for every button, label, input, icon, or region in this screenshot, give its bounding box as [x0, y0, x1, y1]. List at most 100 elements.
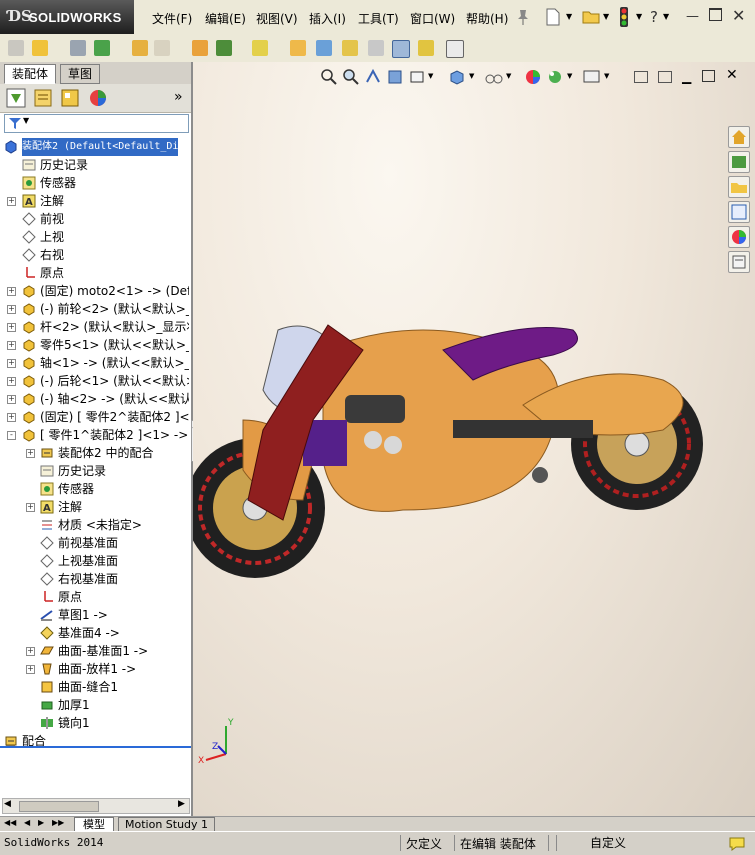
- tree-item[interactable]: 上视基准面: [0, 552, 189, 570]
- menu-item-6[interactable]: 帮助(H): [466, 10, 508, 27]
- tab-next-icon[interactable]: ▶: [38, 818, 44, 827]
- expand-icon[interactable]: +: [7, 287, 16, 296]
- tree-item[interactable]: 装配体2 (Default<Default_Di: [0, 138, 189, 156]
- scene-dropdown-icon[interactable]: ▼: [567, 72, 572, 80]
- tab-assembly[interactable]: 装配体: [4, 64, 57, 84]
- viewport-restore-icon[interactable]: [702, 70, 715, 82]
- open-dropdown-icon[interactable]: ▼: [603, 12, 609, 21]
- view-settings-dropdown-icon[interactable]: ▼: [604, 72, 609, 80]
- appearances-icon[interactable]: [728, 226, 750, 248]
- menu-item-3[interactable]: 插入(I): [309, 10, 346, 27]
- insert-component-icon[interactable]: [32, 40, 48, 56]
- viewport-close-icon[interactable]: ✕: [726, 67, 738, 83]
- tree-item[interactable]: 右视基准面: [0, 570, 189, 588]
- expand-icon[interactable]: +: [7, 341, 16, 350]
- tree-item[interactable]: + (-) 后轮<1> (默认<<默认>_: [0, 372, 189, 390]
- expand-icon[interactable]: +: [26, 449, 35, 458]
- tree-item[interactable]: + 装配体2 中的配合: [0, 444, 189, 462]
- rebuild-traffic-light-icon[interactable]: [618, 6, 630, 28]
- tree-item[interactable]: + (固定) [ 零件2^装配体2 ]<: [0, 408, 189, 426]
- tree-horizontal-scrollbar[interactable]: ◀ ▶: [2, 798, 190, 814]
- design-library-icon[interactable]: [728, 151, 750, 173]
- bill-of-materials-icon[interactable]: [290, 40, 306, 56]
- clearance-verification-icon[interactable]: [392, 40, 410, 58]
- tree-item[interactable]: 材质 <未指定>: [0, 516, 189, 534]
- expand-icon[interactable]: +: [26, 647, 35, 656]
- expand-icon[interactable]: +: [26, 665, 35, 674]
- interference-detection-icon[interactable]: [368, 40, 384, 56]
- expand-panel-icon[interactable]: »: [174, 89, 183, 105]
- menu-item-0[interactable]: 文件(F): [152, 10, 192, 27]
- assembly-features-icon[interactable]: [192, 40, 208, 56]
- display-style-dropdown-icon[interactable]: ▼: [506, 72, 511, 80]
- tab-model[interactable]: 模型: [74, 817, 114, 832]
- help-dropdown-icon[interactable]: ▼: [663, 12, 669, 21]
- tree-item[interactable]: 原点: [0, 264, 189, 282]
- tree-item[interactable]: 历史记录: [0, 156, 189, 174]
- menu-item-4[interactable]: 工具(T): [358, 10, 399, 27]
- viewport-minimize-icon[interactable]: ▁: [682, 70, 691, 84]
- reference-geometry-icon[interactable]: [216, 40, 232, 56]
- close-window-icon[interactable]: ✕: [732, 6, 745, 25]
- tree-item[interactable]: + (-) 前轮<2> (默认<默认>_: [0, 300, 189, 318]
- tree-item[interactable]: 上视: [0, 228, 189, 246]
- tab-first-icon[interactable]: ◀◀: [4, 818, 16, 827]
- tree-item[interactable]: 前视: [0, 210, 189, 228]
- tree-item[interactable]: 草图1 ->: [0, 606, 189, 624]
- tree-item[interactable]: + 曲面-放样1 ->: [0, 660, 189, 678]
- help-icon[interactable]: ?: [650, 8, 658, 26]
- display-style-icon[interactable]: [484, 68, 504, 86]
- tree-item[interactable]: 前视基准面: [0, 534, 189, 552]
- tree-item[interactable]: + 杆<2> (默认<默认>_显示状: [0, 318, 189, 336]
- file-explorer-icon[interactable]: [728, 176, 750, 198]
- expand-icon[interactable]: +: [7, 305, 16, 314]
- viewport-layout-icon[interactable]: [634, 71, 648, 83]
- configuration-manager-icon[interactable]: [60, 88, 80, 108]
- tree-item[interactable]: 加厚1: [0, 696, 189, 714]
- expand-icon[interactable]: +: [7, 377, 16, 386]
- exploded-view-icon[interactable]: [316, 40, 332, 56]
- zoom-to-area-icon[interactable]: [342, 68, 360, 86]
- new-dropdown-icon[interactable]: ▼: [566, 12, 572, 21]
- tree-item[interactable]: 历史记录: [0, 462, 189, 480]
- apply-scene-icon[interactable]: [546, 68, 564, 86]
- expand-icon[interactable]: +: [7, 413, 16, 422]
- zoom-to-fit-icon[interactable]: [320, 68, 338, 86]
- dynamic-annotation-icon[interactable]: [408, 68, 426, 86]
- show-hidden-icon[interactable]: [154, 40, 170, 56]
- expand-icon[interactable]: +: [26, 503, 35, 512]
- tree-item[interactable]: 右视: [0, 246, 189, 264]
- solidworks-resources-icon[interactable]: [728, 126, 750, 148]
- tree-item[interactable]: + (-) 轴<2> -> (默认<<默认>_: [0, 390, 189, 408]
- assembly-tool-icon[interactable]: [8, 40, 24, 56]
- filter-dropdown-icon[interactable]: ▼: [23, 116, 29, 125]
- view-settings-icon[interactable]: [582, 68, 602, 86]
- motorcycle-model[interactable]: [193, 310, 713, 590]
- instant3d-icon[interactable]: [446, 40, 464, 58]
- restore-window-icon[interactable]: [709, 8, 722, 21]
- tree-item[interactable]: 传感器: [0, 174, 189, 192]
- tree-item[interactable]: 基准面4 ->: [0, 624, 189, 642]
- property-manager-icon[interactable]: [33, 88, 53, 108]
- tree-item[interactable]: - [ 零件1^装配体2 ]<1> ->: [0, 426, 189, 444]
- tree-item[interactable]: 镜向1: [0, 714, 189, 732]
- hole-alignment-icon[interactable]: [418, 40, 434, 56]
- tree-item[interactable]: + A 注解: [0, 192, 189, 210]
- collapse-icon[interactable]: -: [7, 431, 16, 440]
- minimize-window-icon[interactable]: —: [686, 9, 699, 24]
- previous-view-icon[interactable]: [364, 68, 382, 86]
- scroll-left-icon[interactable]: ◀: [4, 799, 11, 809]
- new-document-icon[interactable]: [545, 8, 561, 26]
- expand-icon[interactable]: +: [7, 395, 16, 404]
- tree-item[interactable]: + 零件5<1> (默认<<默认>_外: [0, 336, 189, 354]
- tree-item[interactable]: + (固定) moto2<1> -> (Defau: [0, 282, 189, 300]
- explode-line-sketch-icon[interactable]: [342, 40, 358, 56]
- tab-prev-icon[interactable]: ◀: [24, 818, 30, 827]
- mate-icon[interactable]: [70, 40, 86, 56]
- view-palette-icon[interactable]: [728, 201, 750, 223]
- menu-item-2[interactable]: 视图(V): [256, 10, 298, 27]
- tree-item[interactable]: 原点: [0, 588, 189, 606]
- new-motion-study-icon[interactable]: [252, 40, 268, 56]
- custom-properties-icon[interactable]: [728, 251, 750, 273]
- annotation-dropdown-icon[interactable]: ▼: [428, 72, 433, 80]
